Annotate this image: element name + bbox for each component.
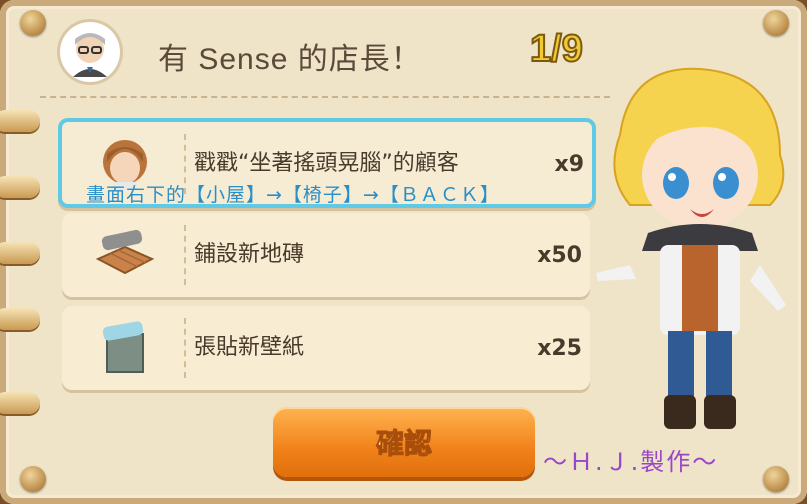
hint-overlay-text: 畫面右下的【小屋】→【椅子】→【ＢＡＣＫ】 bbox=[86, 184, 500, 206]
corner-screw bbox=[20, 466, 46, 492]
confirm-button-label: 確認 bbox=[375, 427, 432, 461]
ring bbox=[0, 110, 40, 132]
confirm-button[interactable]: 確認 bbox=[273, 407, 535, 477]
task-row-floor[interactable]: 鋪設新地磚 x50 bbox=[62, 213, 590, 297]
new-wallpaper-icon bbox=[92, 318, 158, 378]
notebook-rings bbox=[0, 0, 44, 504]
ring bbox=[0, 392, 40, 414]
task-quantity: x25 bbox=[537, 335, 582, 361]
corner-screw bbox=[763, 466, 789, 492]
row-separator bbox=[184, 225, 186, 285]
header-divider bbox=[40, 96, 610, 98]
task-quantity: x9 bbox=[554, 151, 585, 177]
quest-header: 有 Sense 的店長！ 1/9 bbox=[60, 20, 620, 90]
task-row-wallpaper[interactable]: 張貼新壁紙 x25 bbox=[62, 306, 590, 390]
corner-screw bbox=[20, 10, 46, 36]
shop-assistant-character bbox=[590, 55, 800, 435]
quest-progress: 1/9 bbox=[529, 27, 584, 71]
new-floor-tile-icon bbox=[92, 225, 158, 285]
task-label: 鋪設新地磚 bbox=[194, 242, 305, 267]
credit-text: ～Ｈ.Ｊ.製作～ bbox=[543, 448, 719, 476]
ring bbox=[0, 176, 40, 198]
task-quantity: x50 bbox=[537, 242, 582, 268]
quest-title: 有 Sense 的店長！ bbox=[158, 43, 422, 76]
corner-screw bbox=[763, 10, 789, 36]
manager-avatar-icon bbox=[60, 22, 120, 82]
task-label: 張貼新壁紙 bbox=[194, 335, 305, 360]
ring bbox=[0, 308, 40, 330]
ring bbox=[0, 242, 40, 264]
row-separator bbox=[184, 318, 186, 378]
